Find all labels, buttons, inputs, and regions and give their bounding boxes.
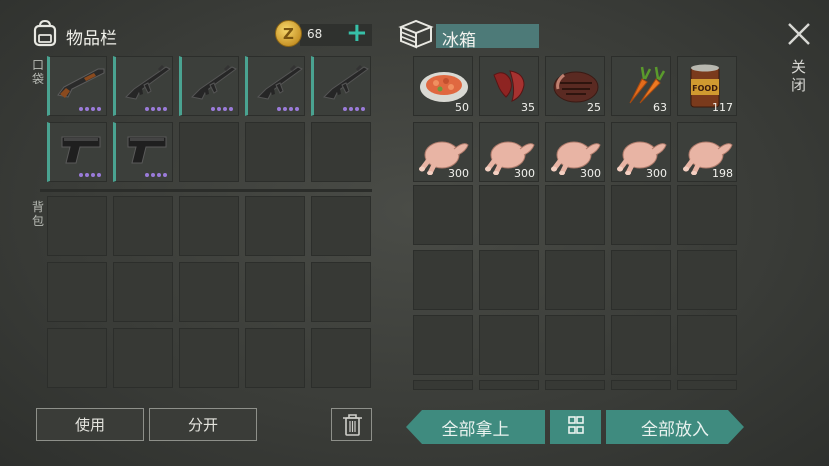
backpack-slot-empty[interactable] bbox=[179, 196, 239, 256]
item-quantity: 300 bbox=[646, 167, 667, 180]
backpack-slot-empty[interactable] bbox=[179, 262, 239, 322]
backpack-slot-empty[interactable] bbox=[311, 262, 371, 322]
fridge-slot-empty[interactable] bbox=[677, 250, 737, 310]
pocket-slot-rifle[interactable] bbox=[311, 56, 371, 116]
pocket-slot-shotgun[interactable] bbox=[47, 56, 107, 116]
backpack-slot-empty[interactable] bbox=[245, 196, 305, 256]
discard-button[interactable] bbox=[331, 408, 372, 441]
trash-icon bbox=[343, 414, 362, 436]
backpack-slot-empty[interactable] bbox=[245, 328, 305, 388]
fridge-slot-empty[interactable] bbox=[413, 185, 473, 245]
use-button[interactable]: 使用 bbox=[36, 408, 144, 441]
backpack-slot-empty[interactable] bbox=[179, 328, 239, 388]
fridge-slot-raw-meat-strips[interactable]: 35 bbox=[479, 56, 539, 116]
backpack-slot-empty[interactable] bbox=[113, 262, 173, 322]
fridge-slot-empty[interactable] bbox=[479, 315, 539, 375]
backpack-slot-empty[interactable] bbox=[47, 328, 107, 388]
fridge-slot-empty[interactable] bbox=[545, 185, 605, 245]
grid-sort-icon bbox=[568, 416, 584, 434]
fridge-slot-empty[interactable] bbox=[545, 250, 605, 310]
pocket-slot-empty[interactable] bbox=[311, 122, 371, 182]
backpack-label: 背包 bbox=[32, 200, 45, 228]
fridge-slot-empty[interactable] bbox=[413, 250, 473, 310]
rarity-dots bbox=[79, 173, 101, 177]
backpack-slot-empty[interactable] bbox=[47, 196, 107, 256]
split-button[interactable]: 分开 bbox=[149, 408, 257, 441]
backpack-slot-empty[interactable] bbox=[245, 262, 305, 322]
fridge-slot-raw-chicken[interactable]: 300 bbox=[413, 122, 473, 182]
pocket-slot-rifle[interactable] bbox=[245, 56, 305, 116]
fridge-slot-canned-food[interactable]: FOOD 117 bbox=[677, 56, 737, 116]
rarity-dots bbox=[277, 107, 299, 111]
backpack-slot-empty[interactable] bbox=[47, 262, 107, 322]
item-quantity: 50 bbox=[455, 101, 469, 114]
fridge-slot-empty[interactable] bbox=[413, 380, 473, 390]
close-icon[interactable] bbox=[785, 20, 813, 48]
add-coins-button[interactable]: + bbox=[346, 18, 368, 48]
fridge-slot-raw-chicken[interactable]: 198 bbox=[677, 122, 737, 182]
item-quantity: 63 bbox=[653, 101, 667, 114]
fridge-slot-empty[interactable] bbox=[611, 250, 671, 310]
rarity-dots bbox=[145, 107, 167, 111]
coin-icon: Z bbox=[275, 20, 302, 47]
fridge-slot-empty[interactable] bbox=[479, 250, 539, 310]
item-quantity: 117 bbox=[712, 101, 733, 114]
fridge-slot-empty[interactable] bbox=[611, 185, 671, 245]
item-quantity: 25 bbox=[587, 101, 601, 114]
item-quantity: 300 bbox=[514, 167, 535, 180]
fridge-slot-raw-chicken[interactable]: 300 bbox=[611, 122, 671, 182]
item-quantity: 198 bbox=[712, 167, 733, 180]
coin-count: 68 bbox=[307, 27, 323, 41]
fridge-slot-raw-chicken[interactable]: 300 bbox=[545, 122, 605, 182]
pocket-label: 口袋 bbox=[32, 58, 45, 86]
fridge-slot-carrot[interactable]: 63 bbox=[611, 56, 671, 116]
backpack-slot-empty[interactable] bbox=[311, 196, 371, 256]
fridge-slot-empty[interactable] bbox=[545, 380, 605, 390]
inventory-title: 物品栏 bbox=[66, 29, 117, 49]
item-quantity: 300 bbox=[580, 167, 601, 180]
backpack-slot-empty[interactable] bbox=[311, 328, 371, 388]
rarity-dots bbox=[343, 107, 365, 111]
close-label[interactable]: 关闭 bbox=[791, 58, 807, 94]
fridge-slot-empty[interactable] bbox=[479, 185, 539, 245]
rarity-dots bbox=[79, 107, 101, 111]
pocket-slot-empty[interactable] bbox=[179, 122, 239, 182]
sort-button[interactable] bbox=[550, 410, 601, 444]
fridge-slot-empty[interactable] bbox=[413, 315, 473, 375]
item-quantity: 300 bbox=[448, 167, 469, 180]
fridge-slot-empty[interactable] bbox=[677, 315, 737, 375]
fridge-slot-empty[interactable] bbox=[677, 380, 737, 390]
container-box-icon bbox=[398, 19, 434, 49]
backpack-slot-empty[interactable] bbox=[113, 196, 173, 256]
pocket-slot-pistol[interactable] bbox=[113, 122, 173, 182]
pocket-slot-pistol[interactable] bbox=[47, 122, 107, 182]
fridge-title: 冰箱 bbox=[442, 31, 476, 51]
fridge-slot-steak[interactable]: 25 bbox=[545, 56, 605, 116]
fridge-slot-empty[interactable] bbox=[611, 380, 671, 390]
fridge-slot-empty[interactable] bbox=[545, 315, 605, 375]
pocket-slot-rifle[interactable] bbox=[179, 56, 239, 116]
fridge-slot-raw-chicken[interactable]: 300 bbox=[479, 122, 539, 182]
backpack-slot-empty[interactable] bbox=[113, 328, 173, 388]
take-all-button[interactable]: 全部拿上 bbox=[406, 410, 545, 444]
put-all-button[interactable]: 全部放入 bbox=[606, 410, 744, 444]
item-quantity: 35 bbox=[521, 101, 535, 114]
fridge-slot-stew-bowl[interactable]: 50 bbox=[413, 56, 473, 116]
pocket-slot-rifle[interactable] bbox=[113, 56, 173, 116]
pocket-slot-empty[interactable] bbox=[245, 122, 305, 182]
svg-text:FOOD: FOOD bbox=[692, 84, 718, 93]
rarity-dots bbox=[145, 173, 167, 177]
fridge-slot-empty[interactable] bbox=[479, 380, 539, 390]
rarity-dots bbox=[211, 107, 233, 111]
fridge-slot-empty[interactable] bbox=[677, 185, 737, 245]
fridge-slot-empty[interactable] bbox=[611, 315, 671, 375]
pocket-backpack-divider bbox=[40, 189, 372, 192]
backpack-icon bbox=[33, 19, 57, 47]
